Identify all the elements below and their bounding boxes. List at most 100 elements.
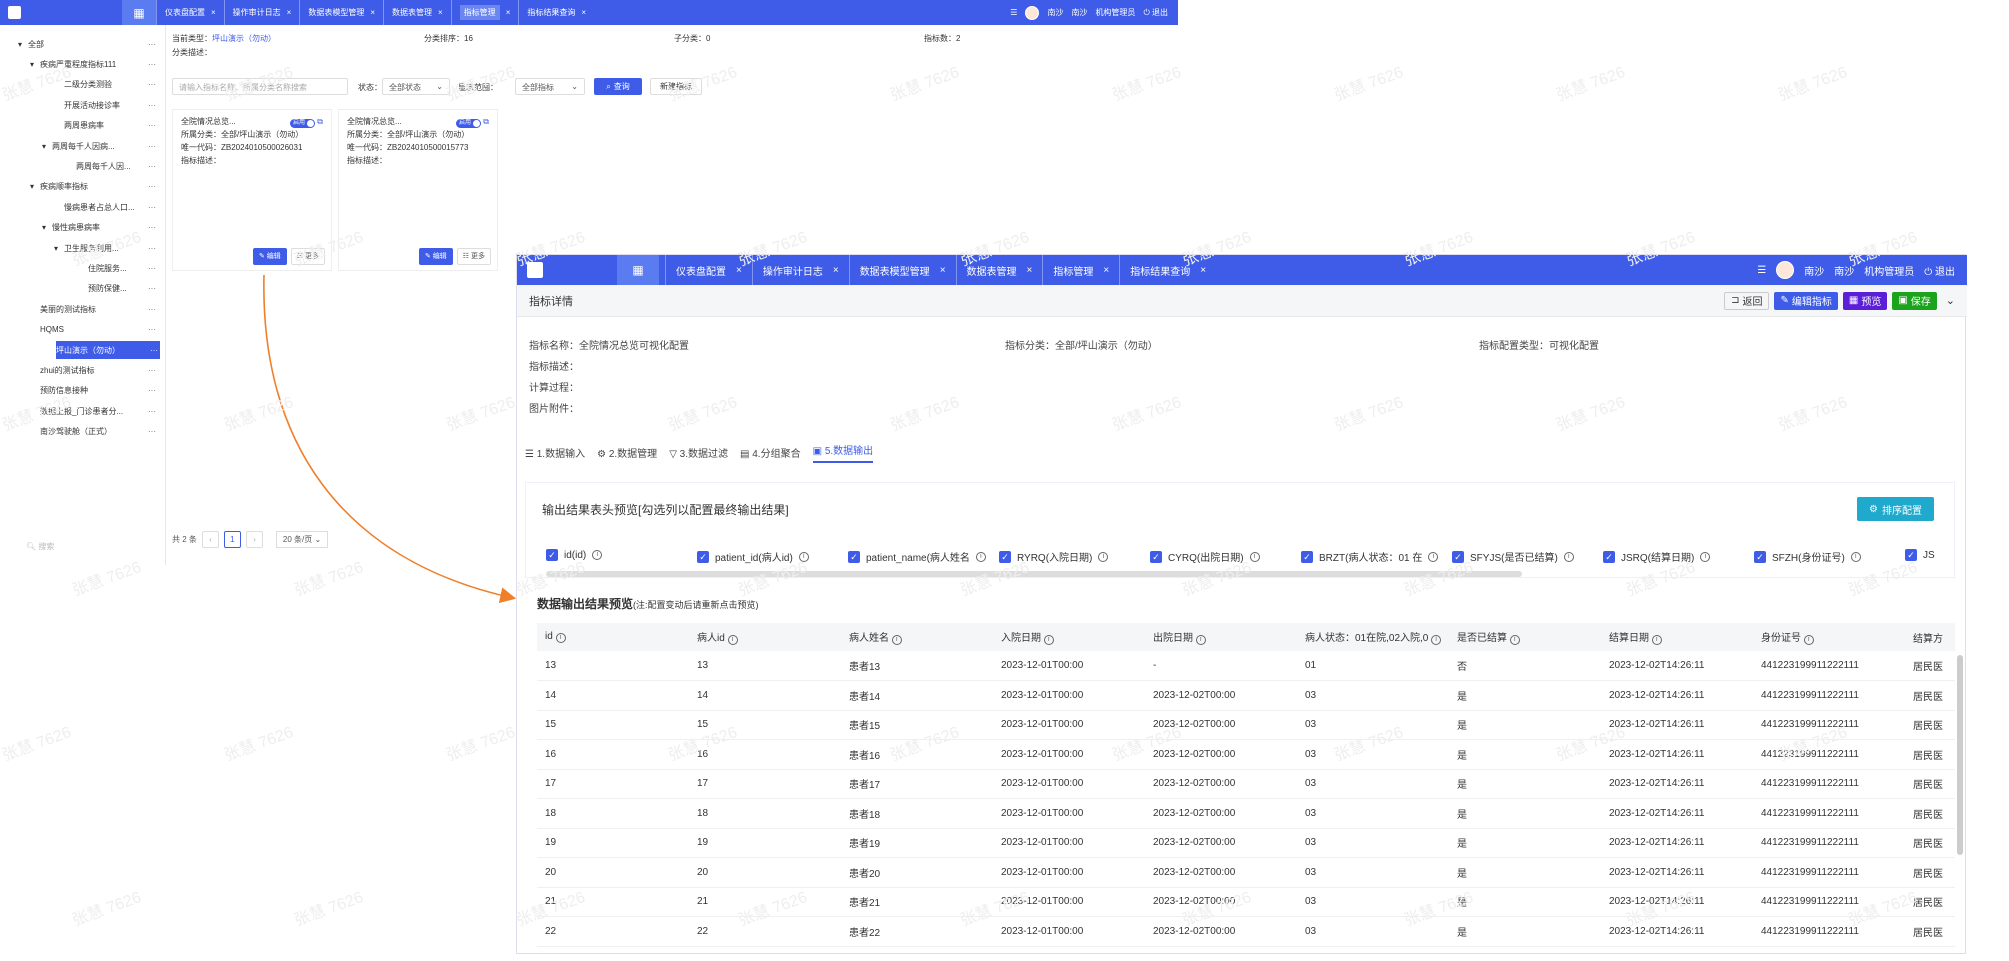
page-header: 指标详情 ⊐ 返回 ✎ 编辑指标 ▦ 预览 ▣ 保存 ⌄ [517,285,1967,317]
table-cell: 是 [1449,887,1601,917]
column-checkbox[interactable]: ✓ patient_id(病人id) i [697,549,809,564]
check-icon[interactable]: ✓ [1452,550,1464,563]
column-checkbox[interactable]: ✓ SFYJS(是否已结算) i [1452,549,1574,564]
table-cell: 441223199911222111 [1753,916,1905,947]
column-checkbox[interactable]: ✓ CYRQ(出院日期) i [1150,549,1260,564]
info-icon: i [798,551,809,562]
column-checkbox[interactable]: ✓ id(id) i [546,549,603,561]
table-cell: 2023-12-02T14:26:11 [1601,916,1753,947]
table-cell: 14 [537,680,689,711]
chevron-down-icon[interactable]: ⌄ [1946,294,1955,307]
table-row: 19 19 患者19 2023-12-01T00:00 2023-12-02T00:00… [537,828,1955,858]
close-icon[interactable]: × [833,265,839,276]
column-checkbox[interactable]: ✓ SFZH(身份证号) i [1754,549,1861,564]
info-icon: i [727,635,738,645]
step-tab-1[interactable]: ☰ 1.数据输入 [525,445,585,460]
table-cell: 2023-12-02T14:26:11 [1601,651,1753,681]
table-cell: 20 [689,857,841,888]
info-icon: i [1249,551,1260,562]
check-icon[interactable]: ✓ [1754,550,1766,563]
table-cell: 03 [1297,710,1449,740]
table-cell: 19 [689,828,841,858]
column-checkbox[interactable]: ✓ BRZT(病人状态：01 在 i [1301,549,1439,564]
table-cell: 是 [1449,710,1601,740]
table-cell: - [1145,651,1297,681]
tab-1[interactable]: 操作审计日志 × [751,255,849,285]
table-header-cell: 结算日期 i [1601,623,1753,651]
table-cell: 15 [689,710,841,740]
app-logo [517,255,617,285]
table-cell: 患者19 [841,828,993,858]
column-checkbox[interactable]: ✓ RYRQ(入院日期) i [999,549,1109,564]
close-icon[interactable]: × [736,265,742,276]
step-tab-3[interactable]: ▽ 3.数据过滤 [669,445,728,460]
user-org: 南沙 [1834,266,1855,278]
tab-label: 指标管理 [1053,266,1094,278]
column-label: JSRQ(结算日期) [1621,553,1695,564]
step-icon: ▽ [669,448,677,460]
close-icon[interactable]: × [1200,265,1206,276]
column-label: SFZH(身份证号) [1772,553,1845,564]
save-button[interactable]: ▣ 保存 [1892,291,1937,310]
edit-icon: ✎ [1780,295,1789,306]
logout-button[interactable]: ⏻ 退出 [1924,263,1955,278]
sort-config-button[interactable]: ⚙ 排序配置 [1857,497,1934,521]
table-cell: 441223199911222111 [1753,680,1905,711]
table-cell: 14 [689,680,841,711]
info-icon: i [592,550,603,560]
table-cell: 18 [537,798,689,829]
table-cell: 22 [537,916,689,947]
info-process: 计算过程： [529,383,579,394]
column-checkbox[interactable]: ✓ patient_name(病人姓名 i [848,549,986,564]
app-grid-icon[interactable]: ▦ [617,255,659,285]
info-icon: i [1043,635,1054,645]
table-cell: 2023-12-01T00:00 [993,769,1145,799]
table-cell: 是 [1449,828,1601,858]
check-icon[interactable]: ✓ [1301,550,1313,563]
table-cell: 2023-12-02T14:26:11 [1601,769,1753,799]
vertical-scrollbar[interactable] [1957,655,1963,855]
menu-icon[interactable]: ☰ [1757,265,1766,276]
tab-3[interactable]: 数据表管理 × [955,255,1043,285]
close-icon[interactable]: × [1027,265,1033,276]
step-tab-4[interactable]: ▤ 4.分组聚合 [740,445,801,460]
check-icon[interactable]: ✓ [1603,550,1615,563]
check-icon[interactable]: ✓ [697,550,709,563]
column-label: BRZT(病人状态：01 在 [1319,553,1423,564]
edit-indicator-button[interactable]: ✎ 编辑指标 [1774,291,1838,310]
table-cell: 居民医 [1905,710,1955,740]
tab-0[interactable]: 仪表盘配置 × [665,255,752,285]
table-header-cell: 病人姓名 i [841,623,993,651]
check-icon[interactable]: ✓ [1905,549,1917,561]
table-header-cell: 病人状态：01在院,02入院,0 i [1297,623,1449,651]
info-icon: i [975,551,986,562]
check-icon[interactable]: ✓ [546,549,558,561]
horizontal-scrollbar[interactable] [546,571,1522,577]
table-cell: 2023-12-02T00:00 [1145,916,1297,947]
check-icon[interactable]: ✓ [999,550,1011,563]
preview-button[interactable]: ▦ 预览 [1842,291,1888,310]
step-icon: ▣ [812,445,823,457]
table-cell: 15 [537,710,689,740]
check-icon[interactable]: ✓ [848,550,860,563]
close-icon[interactable]: × [1103,265,1109,276]
table-row: 21 21 患者21 2023-12-01T00:00 2023-12-02T00:00… [537,887,1955,917]
step-tab-5[interactable]: ▣ 5.数据输出 [812,442,874,463]
close-icon[interactable]: × [940,265,946,276]
table-cell: 2023-12-02T14:26:11 [1601,828,1753,858]
tab-2[interactable]: 数据表模型管理 × [848,255,956,285]
step-icon: ⚙ [597,448,607,460]
tab-4[interactable]: 指标管理 × [1042,255,1119,285]
tab-5[interactable]: 指标结果查询 × [1119,255,1216,285]
info-icon: i [1700,551,1711,562]
table-cell: 03 [1297,857,1449,888]
info-icon: i [1098,551,1109,562]
back-button[interactable]: ⊐ 返回 [1724,291,1770,310]
column-checkbox[interactable]: ✓ JS [1905,549,1935,561]
avatar[interactable] [1776,261,1795,279]
table-cell: 2023-12-01T00:00 [993,798,1145,829]
check-icon[interactable]: ✓ [1150,550,1162,563]
table-cell: 居民医 [1905,739,1955,770]
column-checkbox[interactable]: ✓ JSRQ(结算日期) i [1603,549,1711,564]
step-tab-2[interactable]: ⚙ 2.数据管理 [597,445,657,460]
